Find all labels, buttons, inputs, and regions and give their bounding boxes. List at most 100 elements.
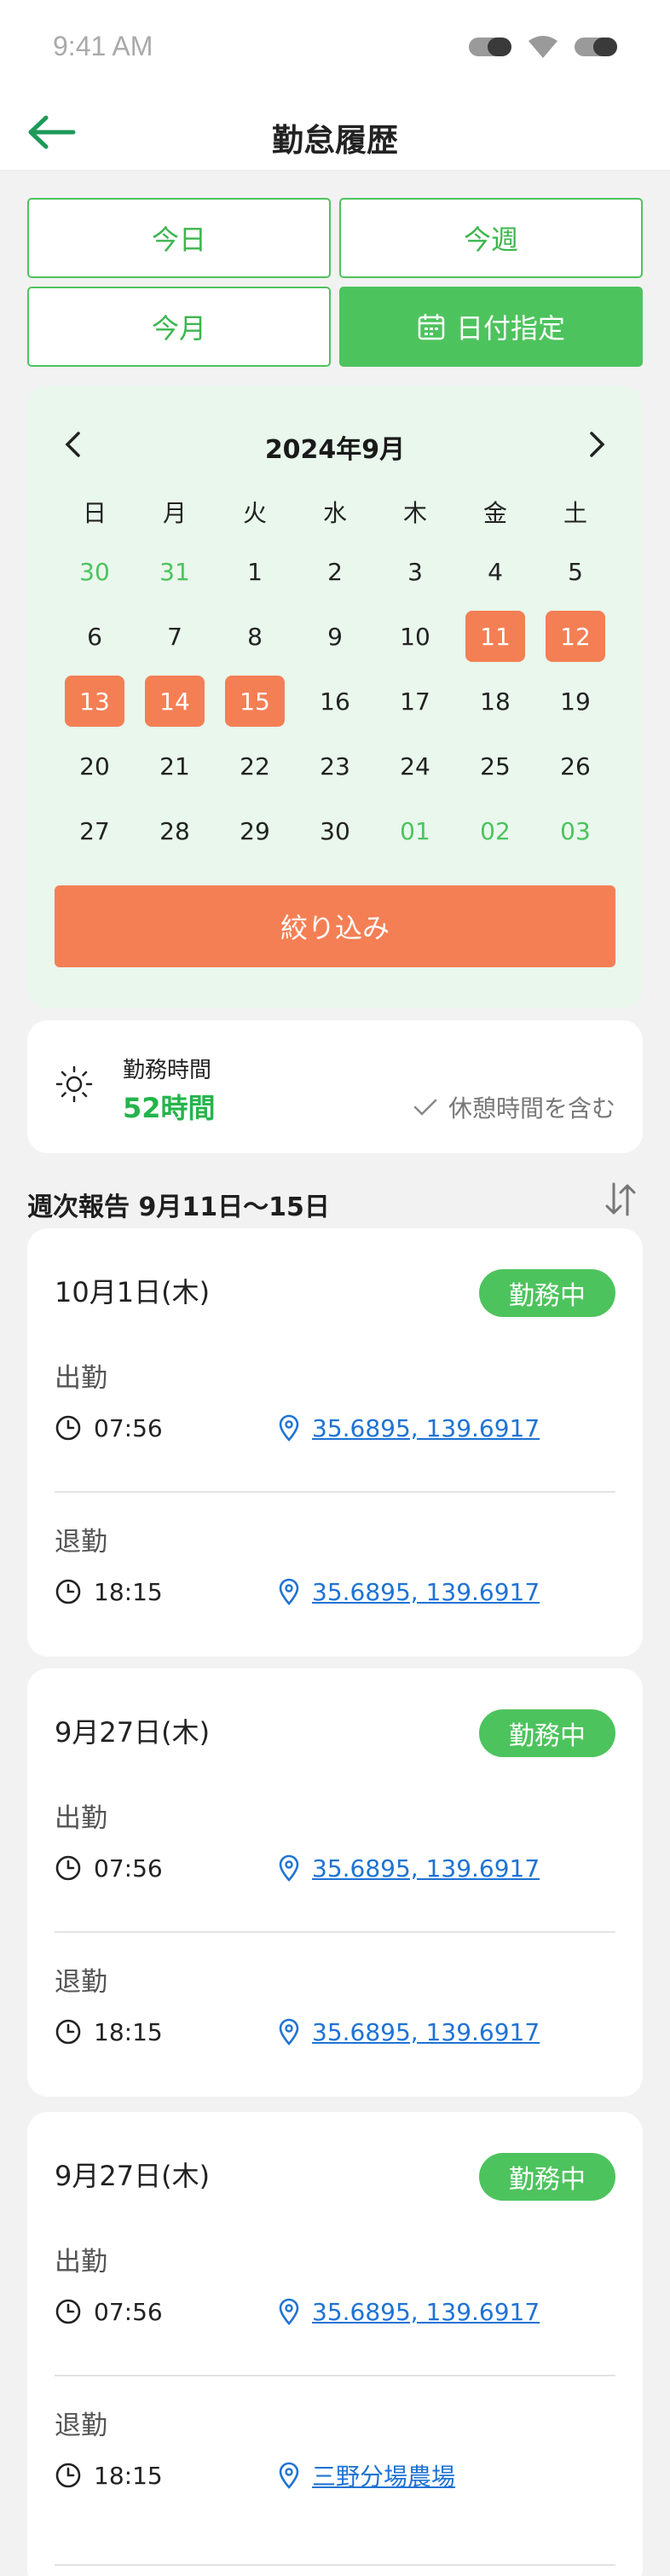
status-bar: 9:41 AM: [0, 0, 670, 94]
weekday-label: 土: [563, 499, 587, 527]
filter-month-button[interactable]: 今月: [27, 287, 331, 367]
clock-icon: [55, 1415, 81, 1441]
calendar-day[interactable]: 17: [375, 676, 455, 727]
calendar-day[interactable]: 23: [295, 740, 375, 792]
calendar-day-number: 22: [240, 751, 270, 780]
attendance-record-card: 9月27日(木) 勤務中 出勤 07:56 35.6895, 139.6917 退勤 18:…: [27, 2112, 643, 2576]
clock-out-location-link[interactable]: 35.6895, 139.6917: [312, 1578, 540, 1606]
calendar-day-number: 2: [327, 557, 343, 586]
status-icons: [469, 36, 617, 58]
filter-today-button[interactable]: 今日: [27, 198, 331, 278]
calendar-day[interactable]: 28: [135, 805, 215, 856]
calendar-day-number: 03: [560, 816, 591, 845]
status-badge: 勤務中: [479, 1269, 615, 1317]
calendar-day-number: 14: [145, 676, 205, 727]
clock-in-location-link[interactable]: 35.6895, 139.6917: [312, 1854, 540, 1883]
calendar-day[interactable]: 31: [135, 546, 215, 597]
calendar-day[interactable]: 18: [455, 676, 535, 727]
attendance-record-card: 10月1日(木) 勤務中 出勤 07:56 35.6895, 139.6917 退勤 18:…: [27, 1228, 643, 1656]
calendar-day[interactable]: 22: [215, 740, 295, 792]
calendar-day-number: 6: [87, 622, 102, 651]
calendar-day-selected[interactable]: 15: [215, 676, 295, 727]
calendar-day[interactable]: 29: [215, 805, 295, 856]
calendar-day[interactable]: 5: [535, 546, 615, 597]
clock-in-time: 07:56: [94, 1413, 163, 1442]
calendar-day-number: 16: [320, 687, 350, 716]
calendar-day-number: 28: [159, 816, 190, 845]
calendar-day[interactable]: 01: [375, 805, 455, 856]
calendar-day-number: 18: [480, 687, 511, 716]
break-included-note: 休憩時間を含む: [413, 1090, 615, 1124]
clock-in-location-link[interactable]: 35.6895, 139.6917: [312, 2298, 540, 2326]
calendar-day[interactable]: 16: [295, 676, 375, 727]
calendar-day[interactable]: 8: [215, 611, 295, 662]
calendar-day[interactable]: 03: [535, 805, 615, 856]
calendar-day-number: 01: [400, 816, 430, 845]
filter-today-label: 今日: [151, 223, 206, 256]
work-hours-value: 52時間: [123, 1092, 216, 1124]
sort-icon[interactable]: [604, 1181, 638, 1218]
calendar-day-selected[interactable]: 12: [535, 611, 615, 662]
weekly-report-title: 週次報告 9月11日〜15日: [27, 1192, 330, 1222]
calendar-header: 2024年9月: [27, 420, 643, 471]
break-included-label: 休憩時間を含む: [448, 1094, 615, 1123]
calendar-day[interactable]: 4: [455, 546, 535, 597]
clock-icon: [55, 2299, 81, 2324]
calendar-day-number: 02: [480, 816, 511, 845]
record-date: 9月27日(木): [55, 2160, 211, 2192]
calendar-day[interactable]: 9: [295, 611, 375, 662]
calendar-day[interactable]: 2: [295, 546, 375, 597]
record-date: 9月27日(木): [55, 1716, 211, 1749]
calendar-day-number: 12: [546, 611, 605, 662]
filter-date-select-button[interactable]: 日付指定: [339, 287, 643, 367]
calendar-day-number: 21: [159, 751, 190, 780]
calendar-day[interactable]: 25: [455, 740, 535, 792]
clock-out-label: 退勤: [55, 1527, 107, 1558]
clock-out-row: 18:15 三野分場農場: [55, 2458, 615, 2492]
calendar-day[interactable]: 6: [55, 611, 135, 662]
check-icon: [413, 1099, 437, 1116]
calendar-day-selected[interactable]: 13: [55, 676, 135, 727]
app-header: 勤怠履歴: [0, 94, 670, 171]
location-pin-icon: [279, 2298, 299, 2325]
clock-icon: [55, 1855, 81, 1881]
calendar-day-number: 7: [167, 622, 182, 651]
calendar-day[interactable]: 10: [375, 611, 455, 662]
clock-in-row: 07:56 35.6895, 139.6917: [55, 2295, 615, 2329]
filter-apply-label: 絞り込み: [280, 912, 390, 944]
calendar-day[interactable]: 20: [55, 740, 135, 792]
clock-in-location-link[interactable]: 35.6895, 139.6917: [312, 1414, 540, 1442]
calendar-day-selected[interactable]: 11: [455, 611, 535, 662]
filter-apply-button[interactable]: 絞り込み: [55, 885, 615, 967]
calendar-day[interactable]: 26: [535, 740, 615, 792]
calendar-day[interactable]: 30: [55, 546, 135, 597]
attendance-record-card: 9月27日(木) 勤務中 出勤 07:56 35.6895, 139.6917 退勤 18:…: [27, 1668, 643, 2097]
page-title: 勤怠履歴: [272, 122, 398, 159]
chevron-right-icon[interactable]: [576, 425, 615, 464]
weekday-label: 火: [242, 499, 267, 527]
calendar-day-number: 9: [327, 622, 343, 651]
weekday-label: 金: [482, 499, 507, 527]
filter-week-label: 今週: [463, 223, 518, 256]
calendar-day[interactable]: 21: [135, 740, 215, 792]
calendar-day[interactable]: 3: [375, 546, 455, 597]
calendar-day[interactable]: 02: [455, 805, 535, 856]
clock-in-label: 出勤: [55, 2247, 107, 2277]
calendar-day[interactable]: 30: [295, 805, 375, 856]
clock-out-time: 18:15: [94, 2461, 163, 2490]
calendar-day[interactable]: 7: [135, 611, 215, 662]
filter-date-select-label: 日付指定: [455, 312, 565, 345]
calendar-day[interactable]: 19: [535, 676, 615, 727]
filter-week-button[interactable]: 今週: [339, 198, 643, 278]
calendar-day[interactable]: 1: [215, 546, 295, 597]
clock-out-location-link[interactable]: 三野分場農場: [312, 2458, 455, 2492]
work-hours-label: 勤務時間: [123, 1058, 212, 1083]
calendar-day[interactable]: 24: [375, 740, 455, 792]
calendar-day-number: 20: [79, 751, 110, 780]
calendar-day-selected[interactable]: 14: [135, 676, 215, 727]
calendar-day-number: 23: [320, 751, 350, 780]
clock-out-location-link[interactable]: 35.6895, 139.6917: [312, 2018, 540, 2046]
calendar-day-number: 15: [225, 676, 285, 727]
calendar-day[interactable]: 27: [55, 805, 135, 856]
weekday-label: 月: [162, 499, 187, 527]
